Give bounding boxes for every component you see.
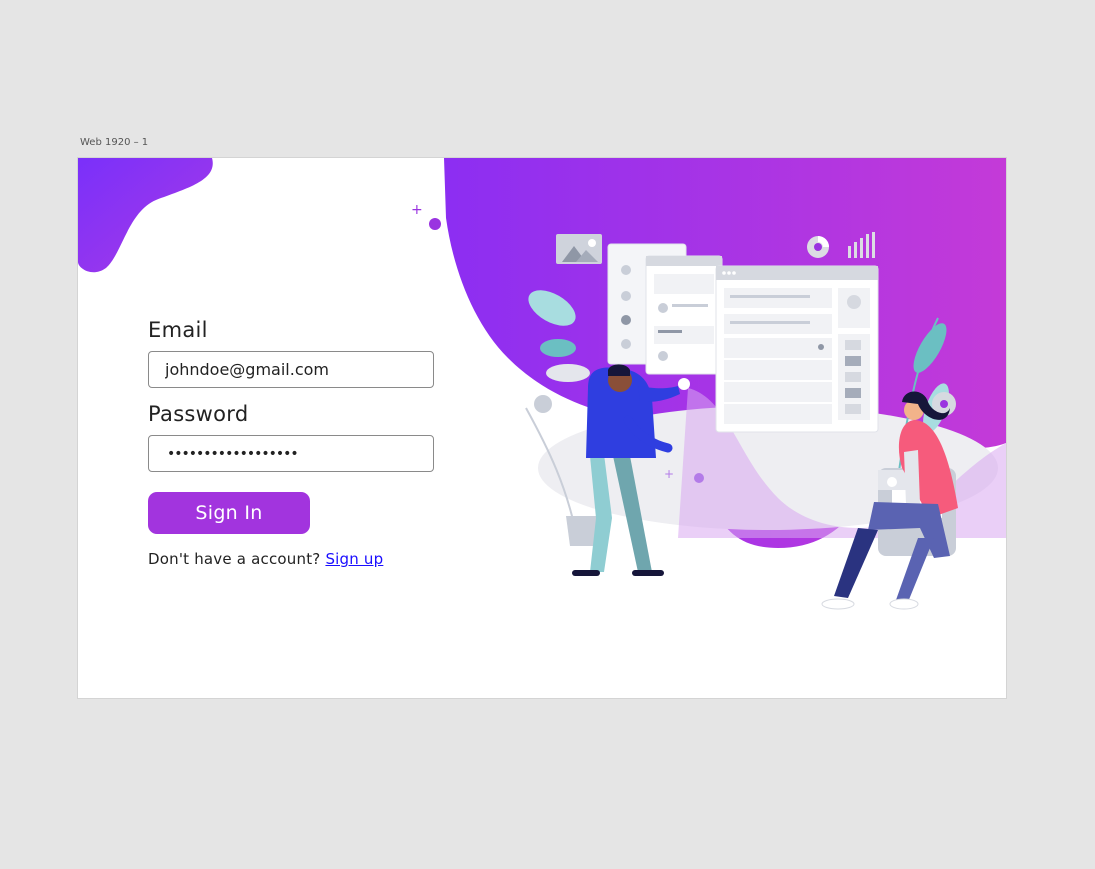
sign-up-link[interactable]: Sign up	[325, 550, 383, 568]
donut-chart-icon	[807, 236, 829, 258]
password-input[interactable]	[148, 435, 434, 472]
password-label: Password	[148, 402, 249, 426]
sign-in-button[interactable]: Sign In	[148, 492, 310, 534]
email-input[interactable]	[148, 351, 434, 388]
image-icon	[556, 234, 602, 264]
login-form: Email Password Sign In Don't have a acco…	[148, 318, 448, 568]
artboard-label: Web 1920 – 1	[80, 137, 149, 148]
email-label: Email	[148, 318, 208, 342]
dashboard-panel-front	[715, 265, 879, 433]
signup-line: Don't have a account? Sign up	[148, 550, 448, 568]
svg-text:+: +	[664, 467, 674, 481]
dashboard-panel-mid	[645, 255, 723, 375]
svg-text:+: +	[411, 202, 423, 218]
artboard: + + Email johndoe@gmail.com Password •••…	[78, 158, 1006, 698]
signup-prompt: Don't have a account?	[148, 550, 321, 568]
top-left-blob	[78, 158, 213, 273]
